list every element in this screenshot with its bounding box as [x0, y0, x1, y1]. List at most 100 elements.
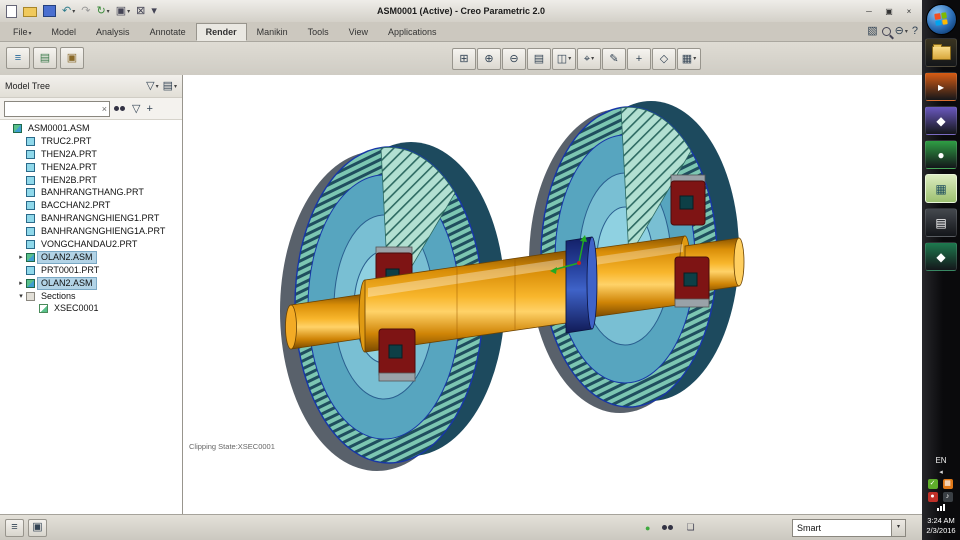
- tray-red-icon[interactable]: ●: [928, 492, 938, 502]
- part-icon: [26, 227, 35, 236]
- toolbar-options-icon[interactable]: ▾: [149, 3, 159, 19]
- repaint-icon[interactable]: ▤: [527, 48, 551, 70]
- tree-item-vongchandau2-prt[interactable]: VONGCHANDAU2.PRT: [0, 238, 182, 251]
- help-icon[interactable]: ?: [912, 24, 918, 38]
- tree-item-then2b-prt[interactable]: THEN2B.PRT: [0, 174, 182, 187]
- command-search-icon: [882, 27, 891, 36]
- selection-filter-dropdown[interactable]: Smart ▾: [792, 519, 906, 537]
- tray-expand-icon[interactable]: ◂: [939, 468, 943, 476]
- app-teal-icon[interactable]: ◆: [925, 242, 957, 271]
- bearing-right-bottom[interactable]: [675, 257, 709, 307]
- restore-button[interactable]: ▣: [880, 4, 898, 19]
- bearing-right-top[interactable]: [671, 175, 705, 225]
- tab-tools[interactable]: Tools: [298, 23, 339, 41]
- tree-item-banhrangnghieng1-prt[interactable]: BANHRANGNGHIENG1.PRT: [0, 212, 182, 225]
- tab-model[interactable]: Model: [42, 23, 87, 41]
- taskbar-clock[interactable]: 3:24 AM 2/3/2016: [926, 516, 955, 536]
- creo-parametric-icon[interactable]: ▦: [925, 174, 957, 203]
- creo-application-window: ↶▾↷↻▾▣▾⊠▾ ASM0001 (Active) - Creo Parame…: [0, 0, 922, 540]
- tree-settings-icon[interactable]: ▤▾: [163, 79, 177, 93]
- tree-item-xsec0001[interactable]: XSEC0001: [0, 302, 182, 315]
- tab-view[interactable]: View: [339, 23, 378, 41]
- file-explorer-icon[interactable]: [925, 38, 957, 67]
- clipping-state-label: Clipping State:XSEC0001: [189, 442, 275, 451]
- tree-add-icon[interactable]: +: [146, 102, 152, 116]
- tree-item-bacchan2-prt[interactable]: BACCHAN2.PRT: [0, 199, 182, 212]
- refit-icon[interactable]: ⊞: [452, 48, 476, 70]
- model-tree-columns-icon[interactable]: ≡: [6, 47, 30, 69]
- view-manager-icon[interactable]: ▦▾: [677, 48, 701, 70]
- status-ok-indicator[interactable]: ●: [645, 523, 650, 533]
- volume-icon[interactable]: ♪: [943, 492, 953, 502]
- spin-center-icon[interactable]: +: [627, 48, 651, 70]
- statusbar-browser-toggle-icon[interactable]: ▣: [28, 519, 47, 537]
- collapse-arrow-icon[interactable]: ▾: [16, 292, 26, 300]
- saved-views-icon[interactable]: ▣: [60, 47, 84, 69]
- window-overlay-icon[interactable]: ❏: [686, 522, 694, 533]
- tree-item-truc2-prt[interactable]: TRUC2.PRT: [0, 135, 182, 148]
- app-purple-icon[interactable]: ◆: [925, 106, 957, 135]
- annotation-display-icon[interactable]: ✎: [602, 48, 626, 70]
- perspective-icon[interactable]: ◇: [652, 48, 676, 70]
- zoom-out-icon[interactable]: ⊖: [502, 48, 526, 70]
- tree-item-olan2-asm[interactable]: ▸OLAN2.ASM: [0, 251, 182, 264]
- minimize-button[interactable]: ─: [860, 4, 878, 19]
- language-indicator[interactable]: EN: [935, 456, 946, 465]
- taskbar-app-icons: ▸ ◆ ● ▦ ▤ ◆: [922, 38, 960, 271]
- tab-applications[interactable]: Applications: [378, 23, 447, 41]
- tree-item-asm0001-asm[interactable]: ASM0001.ASM: [0, 122, 182, 135]
- datum-display-icon[interactable]: ⌖▾: [577, 48, 601, 70]
- media-player-icon[interactable]: ▸: [925, 72, 957, 101]
- undo-icon[interactable]: ↶▾: [60, 3, 77, 19]
- find-in-model-icon[interactable]: [662, 525, 674, 531]
- app-green-globe-icon-glyph: ●: [937, 148, 944, 162]
- taskbar-tray: EN ◂ ✓ ▦ ● ♪ 3:24 AM 2/3/2016: [922, 456, 960, 536]
- tab-manikin[interactable]: Manikin: [247, 23, 298, 41]
- expand-arrow-icon[interactable]: ▸: [16, 253, 26, 261]
- tree-item-then2a-prt[interactable]: THEN2A.PRT: [0, 161, 182, 174]
- dropdown-arrow-icon: ▾: [591, 50, 594, 68]
- tree-item-banhrangthang-prt[interactable]: BANHRANGTHANG.PRT: [0, 186, 182, 199]
- display-style-icon[interactable]: ◫▾: [552, 48, 576, 70]
- regenerate-icon[interactable]: ↻▾: [94, 3, 111, 19]
- tab-analysis[interactable]: Analysis: [86, 23, 140, 41]
- tree-item-banhrangnghieng1a-prt[interactable]: BANHRANGNGHIENG1A.PRT: [0, 225, 182, 238]
- command-search-icon[interactable]: [882, 24, 891, 38]
- tree-item-prt0001-prt[interactable]: PRT0001.PRT: [0, 264, 182, 277]
- clear-search-icon[interactable]: ×: [100, 104, 109, 114]
- appearances-icon[interactable]: ▧: [867, 24, 877, 38]
- windows-icon[interactable]: ▣▾: [114, 3, 132, 19]
- app-dark-icon[interactable]: ▤: [925, 208, 957, 237]
- statusbar-tree-toggle-icon[interactable]: ≡: [5, 519, 24, 537]
- close-window-icon[interactable]: ⊠: [134, 3, 147, 19]
- tab-file[interactable]: File▾: [3, 23, 42, 41]
- tree-filter2-icon[interactable]: ▽: [132, 102, 140, 116]
- help-icon: ?: [912, 24, 918, 38]
- open-file-icon[interactable]: [21, 3, 39, 19]
- tree-item-sections[interactable]: ▾Sections: [0, 290, 182, 303]
- tree-filter-icon[interactable]: ▽▾: [146, 79, 158, 93]
- bearing-left-bottom[interactable]: [379, 329, 415, 381]
- tab-annotate[interactable]: Annotate: [140, 23, 196, 41]
- graphics-area[interactable]: Clipping State:XSEC0001: [183, 75, 922, 515]
- app-green-globe-icon[interactable]: ●: [925, 140, 957, 169]
- close-button[interactable]: ×: [900, 4, 918, 19]
- tree-item-olan2-asm[interactable]: ▸OLAN2.ASM: [0, 277, 182, 290]
- tree-search-input[interactable]: [5, 102, 100, 116]
- tab-render[interactable]: Render: [196, 23, 247, 41]
- minimize-ribbon-icon[interactable]: ⊖▾: [895, 24, 908, 38]
- new-file-icon[interactable]: [4, 3, 19, 19]
- tray-green-icon[interactable]: ✓: [928, 479, 938, 489]
- start-button[interactable]: [926, 4, 957, 35]
- tray-orange-icon[interactable]: ▦: [943, 479, 953, 489]
- clock-time: 3:24 AM: [927, 516, 955, 525]
- redo-icon[interactable]: ↷: [79, 3, 92, 19]
- save-icon[interactable]: [41, 3, 58, 19]
- chevron-down-icon[interactable]: ▾: [891, 520, 905, 536]
- tree-item-then2a-prt[interactable]: THEN2A.PRT: [0, 148, 182, 161]
- tree-find-icon[interactable]: [114, 104, 126, 114]
- network-signal-icon[interactable]: [937, 508, 939, 511]
- zoom-in-icon[interactable]: ⊕: [477, 48, 501, 70]
- expand-arrow-icon[interactable]: ▸: [16, 279, 26, 287]
- layer-tree-icon[interactable]: ▤: [33, 47, 57, 69]
